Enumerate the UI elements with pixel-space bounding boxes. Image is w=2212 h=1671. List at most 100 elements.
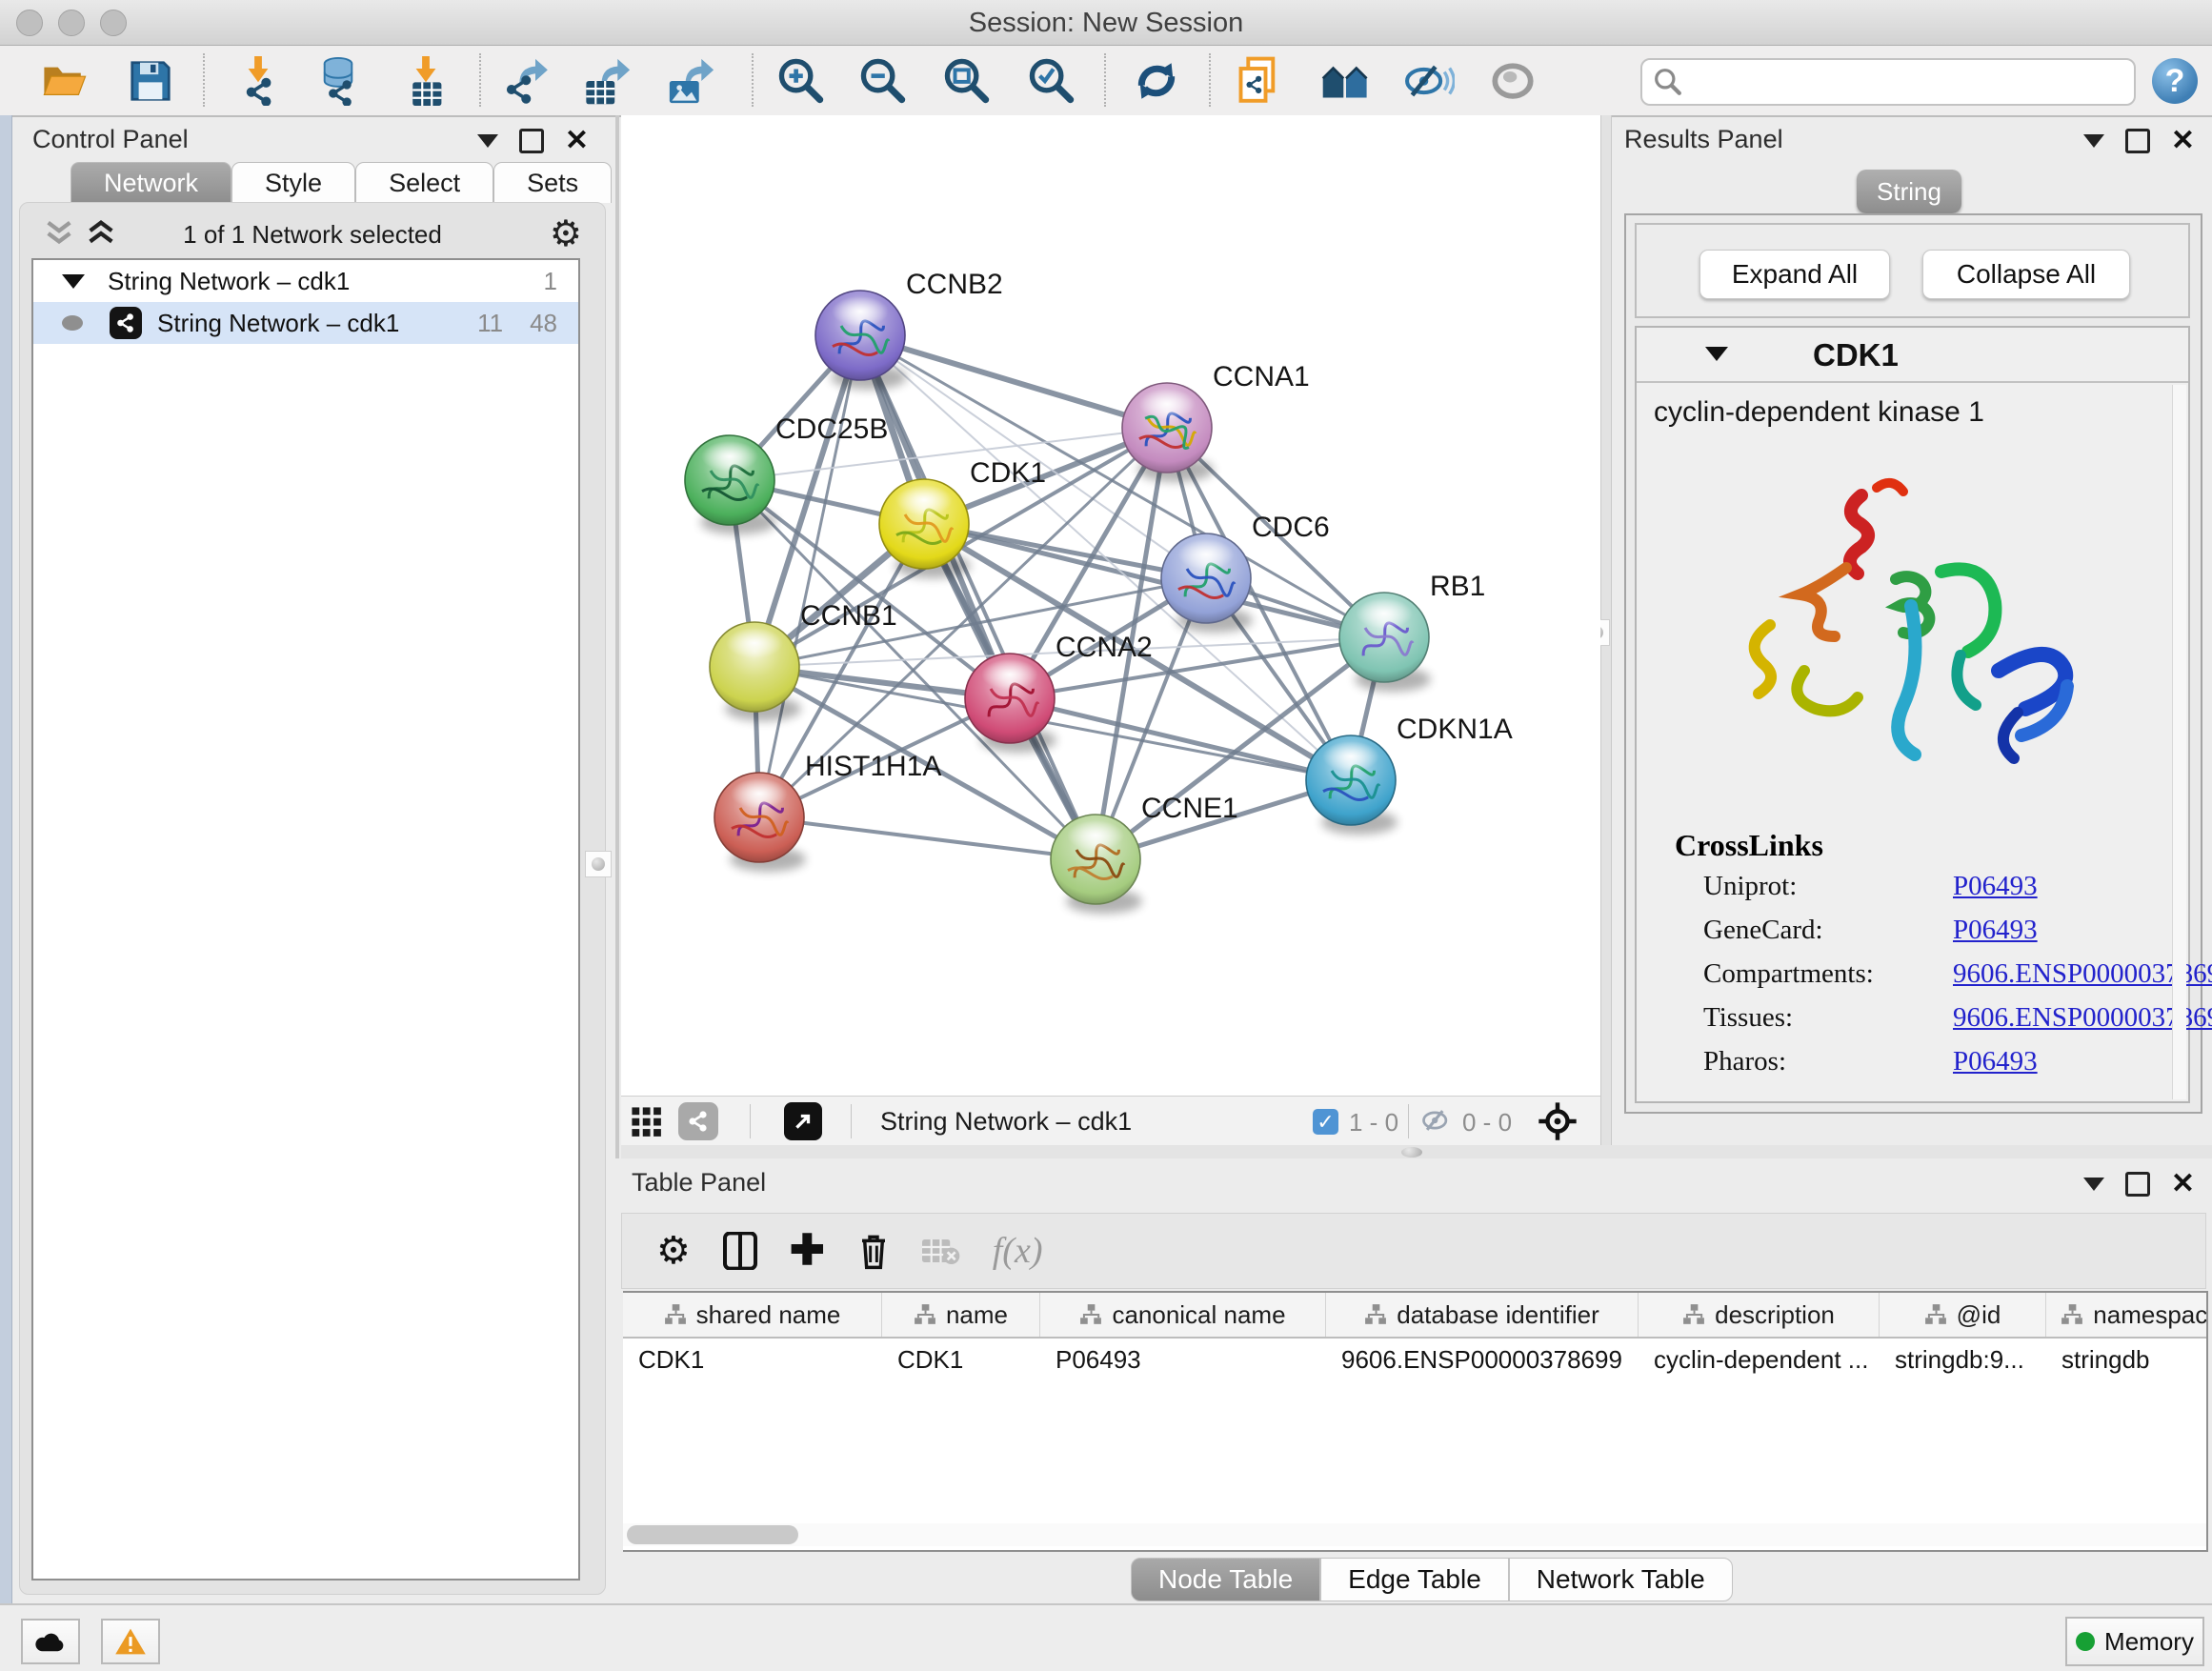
tab-network[interactable]: Network [70,162,231,203]
tab-node-table[interactable]: Node Table [1131,1558,1320,1601]
save-session-button[interactable] [124,56,177,106]
zoom-out-button[interactable] [856,56,910,106]
app-store-cloud-button[interactable] [21,1619,80,1664]
zoom-in-button[interactable] [774,56,828,106]
column-header-name[interactable]: name [882,1293,1040,1337]
network-row-selected[interactable]: String Network – cdk1 11 48 [33,302,578,344]
import-network-file-button[interactable] [231,56,285,106]
panel-menu-icon[interactable] [2083,134,2104,148]
edge-CCNB2-CCNA1[interactable] [860,335,1167,428]
collapse-card-icon[interactable] [1705,347,1728,361]
network-canvas[interactable]: CCNB2CCNA1CDC25BCDK1CDC6RB1CCNB1CCNA2CDK… [621,115,1600,1096]
results-scrollbar[interactable] [2172,385,2186,1099]
export-image-button[interactable] [665,56,718,106]
table-cell[interactable]: stringdb [2046,1339,2208,1380]
open-file-button[interactable] [38,56,91,106]
node-HIST1H1A[interactable] [714,773,806,872]
collapse-all-button[interactable]: Collapse All [1922,250,2130,299]
table-cell[interactable]: cyclin-dependent ... [1639,1339,1880,1380]
float-panel-icon[interactable] [2125,129,2150,153]
crosslink-link[interactable]: P06493 [1953,1046,2038,1077]
selected-checkbox-icon[interactable]: ✓ [1313,1109,1338,1135]
left-splitter-handle[interactable] [585,851,612,877]
table-cell[interactable]: CDK1 [882,1339,1040,1380]
delete-column-trash-icon[interactable] [857,1232,890,1270]
panel-menu-icon[interactable] [2083,1178,2104,1191]
table-cell[interactable]: 9606.ENSP00000378699 [1326,1339,1639,1380]
delete-table-icon[interactable] [922,1236,960,1266]
tab-sets[interactable]: Sets [493,162,612,203]
network-graph[interactable]: CCNB2CCNA1CDC25BCDK1CDC6RB1CCNB1CCNA2CDK… [621,115,1600,1096]
table-row[interactable]: CDK1CDK1P064939606.ENSP00000378699cyclin… [623,1339,2208,1380]
expand-all-button[interactable]: Expand All [1699,250,1890,299]
show-columns-icon[interactable] [723,1232,757,1270]
close-panel-icon[interactable]: ✕ [2171,1175,2195,1194]
node-CDKN1A[interactable] [1306,735,1398,835]
edge-HIST1H1A-CCNE1[interactable] [759,817,1096,859]
add-column-icon[interactable]: ✚ [790,1232,825,1270]
column-header-canonicalname[interactable]: canonical name [1040,1293,1326,1337]
export-network-button[interactable] [500,56,553,106]
new-network-from-selection-button[interactable] [1233,56,1286,106]
first-neighbors-button[interactable] [1319,56,1373,106]
crosslink-link[interactable]: P06493 [1953,915,2038,946]
collection-expander-icon[interactable] [62,274,85,289]
float-panel-icon[interactable] [519,129,544,153]
tab-string[interactable]: String [1857,170,1961,213]
table-hscrollbar-thumb[interactable] [627,1525,798,1544]
string-network-badge-icon[interactable] [678,1102,718,1140]
nv-divider [851,1104,852,1138]
node-CDC6[interactable] [1161,534,1253,633]
column-header-sharedname[interactable]: shared name [623,1293,882,1337]
help-button[interactable]: ? [2152,58,2198,104]
gear-icon[interactable]: ⚙ [550,212,582,255]
node-CCNA1[interactable] [1122,383,1214,482]
network-collection-row[interactable]: String Network – cdk1 1 [33,260,578,302]
tab-select[interactable]: Select [355,162,493,203]
zoom-fit-button[interactable] [940,56,994,106]
column-header-description[interactable]: description [1639,1293,1880,1337]
table-cell[interactable]: P06493 [1040,1339,1326,1380]
function-builder-icon[interactable]: f(x) [993,1230,1043,1272]
node-CCNB1[interactable] [710,622,801,721]
column-header-namespace[interactable]: namespace [2046,1293,2208,1337]
import-table-button[interactable] [399,56,452,106]
table-settings-gear-icon[interactable]: ⚙ [656,1229,691,1273]
node-CCNB2[interactable] [815,291,907,390]
node-CCNE1[interactable] [1051,815,1142,914]
float-panel-icon[interactable] [2125,1172,2150,1197]
memory-button[interactable]: Memory [2065,1617,2204,1666]
tab-edge-table[interactable]: Edge Table [1320,1558,1509,1601]
show-all-button[interactable] [1486,56,1539,106]
gene-card-header[interactable]: CDK1 [1637,328,2188,383]
hide-selected-button[interactable] [1402,56,1456,106]
zoom-selected-button[interactable] [1025,56,1078,106]
table-cell[interactable]: stringdb:9... [1880,1339,2046,1380]
horizontal-splitter-handle[interactable] [1401,1147,1422,1158]
import-network-database-button[interactable] [312,56,365,106]
node-RB1[interactable] [1339,593,1431,692]
left-splitter[interactable] [615,115,619,1158]
open-in-window-icon[interactable] [784,1102,822,1140]
column-header-id[interactable]: @id [1880,1293,2046,1337]
table-hscrollbar[interactable] [623,1523,2206,1546]
column-header-label: namespace [2093,1300,2208,1330]
warnings-button[interactable] [101,1619,160,1664]
column-header-databaseidentifier[interactable]: database identifier [1326,1293,1639,1337]
close-panel-icon[interactable]: ✕ [2171,131,2195,151]
node-CDC25B[interactable] [685,435,776,534]
search-input[interactable] [1640,58,2136,106]
crosslink-link[interactable]: P06493 [1953,871,2038,902]
node-CDK1[interactable] [879,479,971,578]
export-table-button[interactable] [581,56,634,106]
tab-network-table[interactable]: Network Table [1509,1558,1733,1601]
table-cell[interactable]: CDK1 [623,1339,882,1380]
fit-content-crosshair-icon[interactable] [1538,1101,1578,1141]
tab-style[interactable]: Style [231,162,355,203]
birdseye-grid-icon[interactable] [631,1106,663,1138]
node-label-CCNA2: CCNA2 [1056,632,1153,663]
close-panel-icon[interactable]: ✕ [565,131,589,151]
refresh-button[interactable] [1130,56,1183,106]
panel-menu-icon[interactable] [477,134,498,148]
edge-CCNB2-HIST1H1A[interactable] [759,335,860,817]
